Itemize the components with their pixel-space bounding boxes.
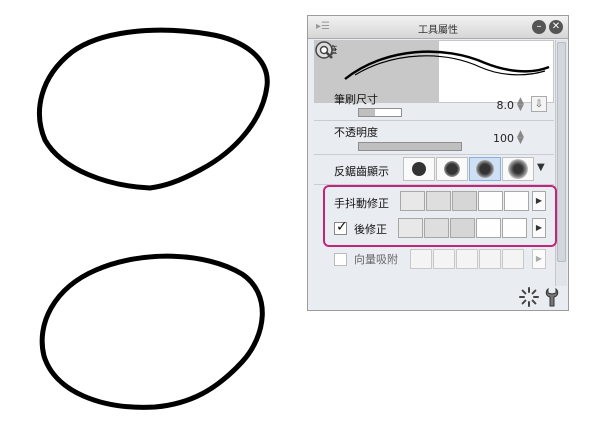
chevron-down-icon[interactable]: ▼ — [537, 162, 545, 173]
antialias-option-strong[interactable] — [502, 157, 534, 181]
opacity-value[interactable]: 100 — [486, 132, 514, 145]
stabilization-step[interactable] — [400, 191, 425, 211]
post-correction-step[interactable] — [502, 218, 527, 238]
vector-snap-step[interactable] — [479, 249, 501, 269]
bottom-ellipse-stroke — [39, 253, 265, 410]
settings-icon[interactable] — [315, 41, 335, 61]
aa-dot — [476, 160, 494, 178]
wrench-icon[interactable] — [543, 286, 565, 308]
panel-title: 工具屬性 — [418, 25, 458, 36]
opacity-slider[interactable] — [358, 142, 462, 151]
stabilization-label: 手抖動修正 — [334, 197, 389, 210]
check-icon: ✓ — [336, 219, 348, 235]
play-icon[interactable]: ▶ — [532, 191, 546, 211]
stabilization-step[interactable] — [504, 191, 529, 211]
scrollbar[interactable] — [555, 40, 567, 286]
vector-snap-step[interactable] — [456, 249, 478, 269]
tool-property-panel: ▸☰ 工具屬性 – ✕ G筆 筆刷尺寸 8.0 ▲▼ ⇩ 不透明度 100 ▲▼… — [307, 15, 569, 311]
antialias-option-medium[interactable] — [469, 157, 501, 181]
post-correction-step[interactable] — [476, 218, 501, 238]
brush-size-label: 筆刷尺寸 — [334, 93, 378, 106]
opacity-label: 不透明度 — [334, 126, 378, 139]
top-ellipse-stroke — [37, 27, 270, 191]
vector-snap-step[interactable] — [502, 249, 524, 269]
drawing-canvas[interactable] — [0, 0, 300, 431]
loading-icon[interactable] — [518, 286, 540, 308]
vector-snap-label: 向量吸附 — [354, 253, 398, 266]
brush-size-slider-fill — [359, 109, 375, 116]
vector-snap-checkbox[interactable] — [334, 253, 347, 266]
post-correction-checkbox[interactable]: ✓ — [334, 219, 348, 235]
scrollbar-thumb[interactable] — [557, 42, 566, 262]
play-icon[interactable]: ▶ — [532, 218, 546, 238]
titlebar[interactable]: ▸☰ 工具屬性 – ✕ — [308, 16, 568, 39]
spin-arrows-icon[interactable]: ▲ ▼ — [517, 97, 524, 113]
spin-arrows-icon[interactable]: ▲ ▼ — [517, 130, 524, 146]
minimize-icon[interactable]: – — [532, 20, 546, 34]
antialias-label: 反鋸齒顯示 — [334, 165, 389, 178]
aa-dot — [444, 161, 460, 177]
antialias-option-weak[interactable] — [436, 157, 468, 181]
stabilization-step[interactable] — [426, 191, 451, 211]
aa-dot — [508, 159, 528, 179]
lock-icon[interactable]: ⇩ — [531, 96, 547, 112]
divider — [314, 120, 554, 121]
post-correction-step[interactable] — [450, 218, 475, 238]
brush-size-value[interactable]: 8.0 — [486, 99, 515, 112]
opacity-slider-fill — [359, 143, 461, 150]
stabilization-step[interactable] — [452, 191, 477, 211]
vector-snap-step[interactable] — [410, 249, 432, 269]
post-correction-label: 後修正 — [354, 223, 387, 236]
aa-dot — [412, 162, 426, 176]
brush-size-slider[interactable] — [358, 108, 402, 117]
play-icon[interactable]: ▶ — [532, 249, 546, 269]
vector-snap-step[interactable] — [433, 249, 455, 269]
post-correction-step[interactable] — [398, 218, 423, 238]
close-icon[interactable]: ✕ — [549, 20, 563, 34]
stabilization-step[interactable] — [478, 191, 503, 211]
antialias-option-none[interactable] — [403, 157, 435, 181]
divider — [314, 154, 554, 155]
post-correction-step[interactable] — [424, 218, 449, 238]
